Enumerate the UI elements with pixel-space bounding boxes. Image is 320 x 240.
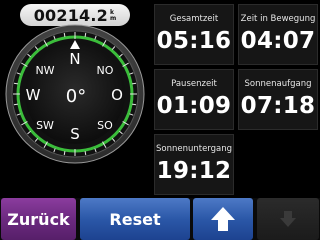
back-button-label: Zurück <box>7 209 70 229</box>
compass-tick <box>63 151 66 156</box>
tile-value: 07:18 <box>240 93 316 119</box>
compass-southeast: SO <box>97 119 113 132</box>
odometer-unit: k m <box>110 9 117 22</box>
compass-dial: N S W O NW NO SW SO 0° <box>5 24 145 164</box>
tile-moving-time: Zeit in Bewegung 04:07 <box>238 4 318 65</box>
compass-north: N <box>69 50 80 68</box>
tile-total-time: Gesamtzeit 05:16 <box>154 4 234 65</box>
reset-button[interactable]: Reset <box>80 198 190 240</box>
compass-northeast: NO <box>97 64 114 77</box>
compass-tick <box>13 103 18 106</box>
tile-label: Pausenzeit <box>171 79 217 89</box>
compass-tick <box>63 32 66 37</box>
back-button[interactable]: Zurück <box>1 198 76 240</box>
tile-label: Sonnenaufgang <box>244 79 312 89</box>
compass-east: O <box>111 86 123 104</box>
odometer-unit-bottom: m <box>110 14 117 22</box>
tile-value: 05:16 <box>156 28 232 54</box>
tile-value: 01:09 <box>156 93 232 119</box>
scroll-down-button[interactable] <box>257 198 319 240</box>
compass-west: W <box>26 86 41 104</box>
compass-southwest: SW <box>36 119 54 132</box>
arrow-down-icon <box>280 211 296 227</box>
odometer-value: 00214.2 <box>33 5 108 25</box>
compass-tick <box>13 82 18 85</box>
arrow-up-icon <box>211 207 235 231</box>
compass-south: S <box>70 125 80 143</box>
tile-label: Gesamtzeit <box>169 14 219 24</box>
tile-value: 04:07 <box>240 28 316 54</box>
tile-stopped-time: Pausenzeit 01:09 <box>154 69 234 130</box>
tile-label: Zeit in Bewegung <box>240 14 316 24</box>
compass-tick <box>84 32 87 37</box>
tile-sunset: Sonnenuntergang 19:12 <box>154 134 234 195</box>
compass-heading: 0° <box>66 86 86 107</box>
compass-tick <box>132 103 137 106</box>
tile-value: 19:12 <box>156 158 232 184</box>
compass-tick <box>84 151 87 156</box>
compass: N S W O NW NO SW SO 0° <box>5 24 145 164</box>
compass-northwest: NW <box>35 64 54 77</box>
compass-tick <box>132 82 137 85</box>
odometer: 00214.2 k m <box>20 4 130 26</box>
reset-button-label: Reset <box>109 209 161 229</box>
tile-sunrise: Sonnenaufgang 07:18 <box>238 69 318 130</box>
scroll-up-button[interactable] <box>193 198 253 240</box>
tile-label: Sonnenuntergang <box>155 144 233 154</box>
